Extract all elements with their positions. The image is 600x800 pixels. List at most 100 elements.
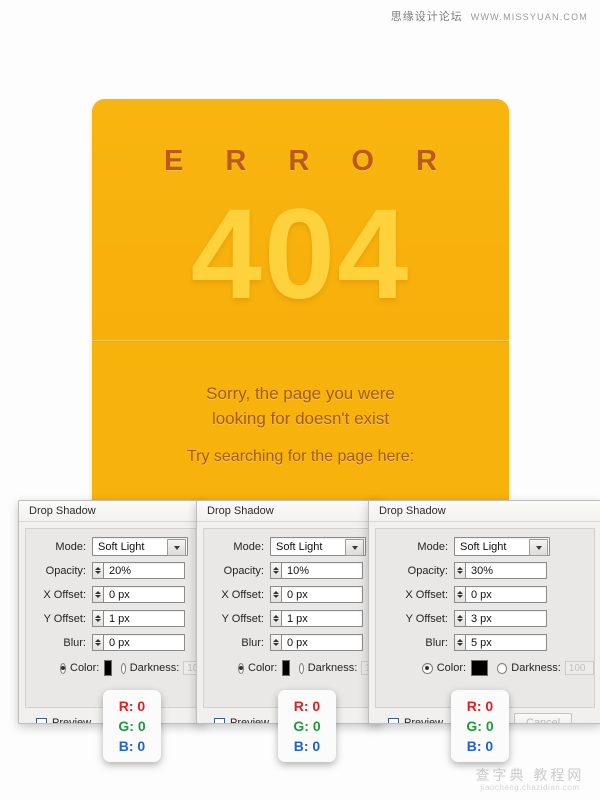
blur-label: Blur: — [63, 636, 86, 649]
x-offset-stepper[interactable] — [454, 586, 465, 603]
rgb-green-value: G: 0 — [293, 718, 321, 734]
opacity-row: Opacity: 10% — [204, 561, 375, 580]
color-swatch[interactable] — [471, 660, 488, 676]
opacity-input[interactable]: 20% — [103, 562, 185, 579]
y-offset-label: Y Offset: — [43, 612, 86, 625]
color-darkness-row: Color: Darkness: 100 — [26, 660, 197, 676]
y-offset-row: Y Offset: 1 px — [26, 609, 197, 628]
search-prompt-text: Try searching for the page here: — [186, 448, 415, 465]
preview-checkbox[interactable] — [36, 717, 47, 723]
color-radio[interactable] — [238, 662, 244, 674]
x-offset-row: X Offset: 0 px — [204, 585, 375, 604]
x-offset-input[interactable]: 0 px — [465, 586, 547, 603]
x-offset-label: X Offset: — [221, 588, 264, 601]
blur-input[interactable]: 0 px — [281, 634, 363, 651]
preview-checkbox[interactable] — [214, 717, 225, 723]
opacity-label: Opacity: — [45, 564, 86, 577]
blur-row: Blur: 0 px — [26, 633, 197, 652]
mode-label: Mode: — [55, 540, 86, 553]
rgb-green-value: G: 0 — [466, 718, 494, 734]
mode-row: Mode: Soft Light — [26, 537, 197, 556]
mode-select[interactable]: Soft Light — [92, 537, 188, 556]
color-radio[interactable] — [422, 662, 433, 674]
rgb-blue-value: B: 0 — [293, 738, 321, 754]
screenshot-canvas: 思缘设计论坛 WWW.MISSYUAN.COM E R R O R 404 So… — [0, 0, 600, 800]
darkness-label: Darkness: — [129, 662, 180, 674]
error-message-line-1: Sorry, the page you were — [206, 384, 395, 403]
top-watermark-site-name: 思缘设计论坛 — [390, 11, 463, 23]
darkness-radio[interactable] — [120, 662, 126, 674]
color-darkness-row: Color: Darkness: 100 — [204, 660, 375, 676]
rgb-red-value: R: 0 — [118, 698, 146, 714]
y-offset-input[interactable]: 3 px — [465, 610, 547, 627]
opacity-stepper[interactable] — [92, 562, 103, 579]
preview-checkbox[interactable] — [388, 717, 399, 723]
darkness-label: Darkness: — [307, 662, 358, 674]
darkness-radio[interactable] — [496, 662, 508, 674]
opacity-input[interactable]: 30% — [465, 562, 547, 579]
blur-input[interactable]: 5 px — [465, 634, 547, 651]
dialog-title: Drop Shadow — [19, 501, 204, 522]
dialog-title: Drop Shadow — [369, 501, 600, 522]
x-offset-row: X Offset: 0 px — [376, 585, 594, 604]
x-offset-label: X Offset: — [43, 588, 86, 601]
top-watermark: 思缘设计论坛 WWW.MISSYUAN.COM — [391, 8, 588, 24]
mode-select-value: Soft Light — [460, 540, 507, 553]
x-offset-label: X Offset: — [405, 588, 448, 601]
y-offset-stepper[interactable] — [270, 610, 281, 627]
top-watermark-url: WWW.MISSYUAN.COM — [470, 12, 588, 22]
opacity-row: Opacity: 20% — [26, 561, 197, 580]
x-offset-input[interactable]: 0 px — [281, 586, 363, 603]
color-darkness-row: Color: Darkness: 100 — [376, 660, 594, 676]
rgb-blue-value: B: 0 — [466, 738, 494, 754]
y-offset-stepper[interactable] — [92, 610, 103, 627]
opacity-stepper[interactable] — [270, 562, 281, 579]
mode-select-value: Soft Light — [98, 540, 145, 553]
cancel-button[interactable]: Cancel — [514, 713, 573, 723]
chevron-down-icon[interactable] — [345, 539, 364, 556]
rgb-red-value: R: 0 — [293, 698, 321, 714]
x-offset-stepper[interactable] — [270, 586, 281, 603]
darkness-radio[interactable] — [298, 662, 304, 674]
x-offset-row: X Offset: 0 px — [26, 585, 197, 604]
error-message: Sorry, the page you were looking for doe… — [92, 381, 509, 431]
x-offset-stepper[interactable] — [92, 586, 103, 603]
blur-row: Blur: 0 px — [204, 633, 375, 652]
opacity-stepper[interactable] — [454, 562, 465, 579]
color-swatch[interactable] — [282, 660, 290, 676]
y-offset-input[interactable]: 1 px — [281, 610, 363, 627]
mode-row: Mode: Soft Light — [204, 537, 375, 556]
color-label: Color: — [436, 662, 467, 674]
bottom-watermark-url: jiaocheng.chazidian.com — [480, 782, 580, 792]
mode-select[interactable]: Soft Light — [454, 537, 550, 556]
x-offset-input[interactable]: 0 px — [103, 586, 185, 603]
color-label: Color: — [70, 662, 100, 674]
preview-label: Preview — [52, 717, 92, 724]
mode-select-value: Soft Light — [276, 540, 323, 553]
mode-select[interactable]: Soft Light — [270, 537, 366, 556]
chevron-down-icon[interactable] — [529, 539, 548, 556]
rgb-red-value: R: 0 — [466, 698, 494, 714]
chevron-down-icon[interactable] — [167, 539, 186, 556]
darkness-label: Darkness: — [511, 662, 561, 674]
y-offset-input[interactable]: 1 px — [103, 610, 185, 627]
y-offset-label: Y Offset: — [405, 612, 448, 625]
error-code-404: 404 — [190, 183, 411, 326]
dialog-body: Mode: Soft Light Opacity: 20% X Offset: … — [25, 528, 198, 723]
y-offset-stepper[interactable] — [454, 610, 465, 627]
dialog-title: Drop Shadow — [197, 501, 382, 522]
darkness-input: 100 — [564, 661, 594, 675]
color-swatch[interactable] — [104, 660, 112, 676]
mode-label: Mode: — [417, 540, 448, 553]
dialog-body: Mode: Soft Light Opacity: 30% X Offset: … — [375, 528, 595, 723]
color-radio[interactable] — [60, 662, 66, 674]
blur-stepper[interactable] — [270, 634, 281, 651]
blur-stepper[interactable] — [92, 634, 103, 651]
opacity-row: Opacity: 30% — [376, 561, 594, 580]
opacity-input[interactable]: 10% — [281, 562, 363, 579]
rgb-callout-1: R: 0 G: 0 B: 0 — [103, 690, 161, 762]
error-404-panel: E R R O R 404 Sorry, the page you were l… — [92, 99, 509, 509]
blur-stepper[interactable] — [454, 634, 465, 651]
blur-label: Blur: — [425, 636, 448, 649]
blur-input[interactable]: 0 px — [103, 634, 185, 651]
